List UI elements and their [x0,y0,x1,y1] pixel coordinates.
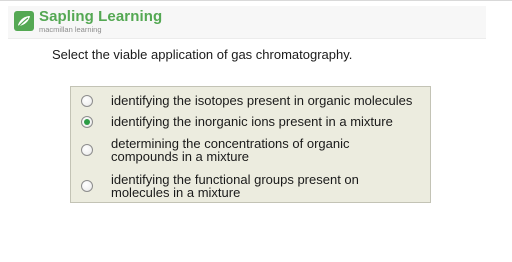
answer-option-label-3: determining the concentrations of organi… [111,136,350,164]
answer-option-label-4: identifying the functional groups presen… [111,172,359,200]
radio-button-4[interactable] [81,180,93,192]
header-bar: Sapling Learning macmillan learning [8,6,486,39]
radio-button-2-selected[interactable] [81,116,93,128]
answer-options-panel: identifying the isotopes present in orga… [70,86,431,203]
brand-name: Sapling Learning [39,8,163,25]
brand-tagline: macmillan learning [39,25,102,34]
page: Sapling Learning macmillan learning Sele… [0,0,512,262]
answer-option-label-1: identifying the isotopes present in orga… [111,93,413,108]
radio-button-1[interactable] [81,95,93,107]
top-divider [0,0,512,1]
radio-button-3[interactable] [81,144,93,156]
sapling-leaf-logo-icon [14,11,34,31]
question-text: Select the viable application of gas chr… [52,47,353,62]
answer-option-label-2: identifying the inorganic ions present i… [111,114,393,129]
